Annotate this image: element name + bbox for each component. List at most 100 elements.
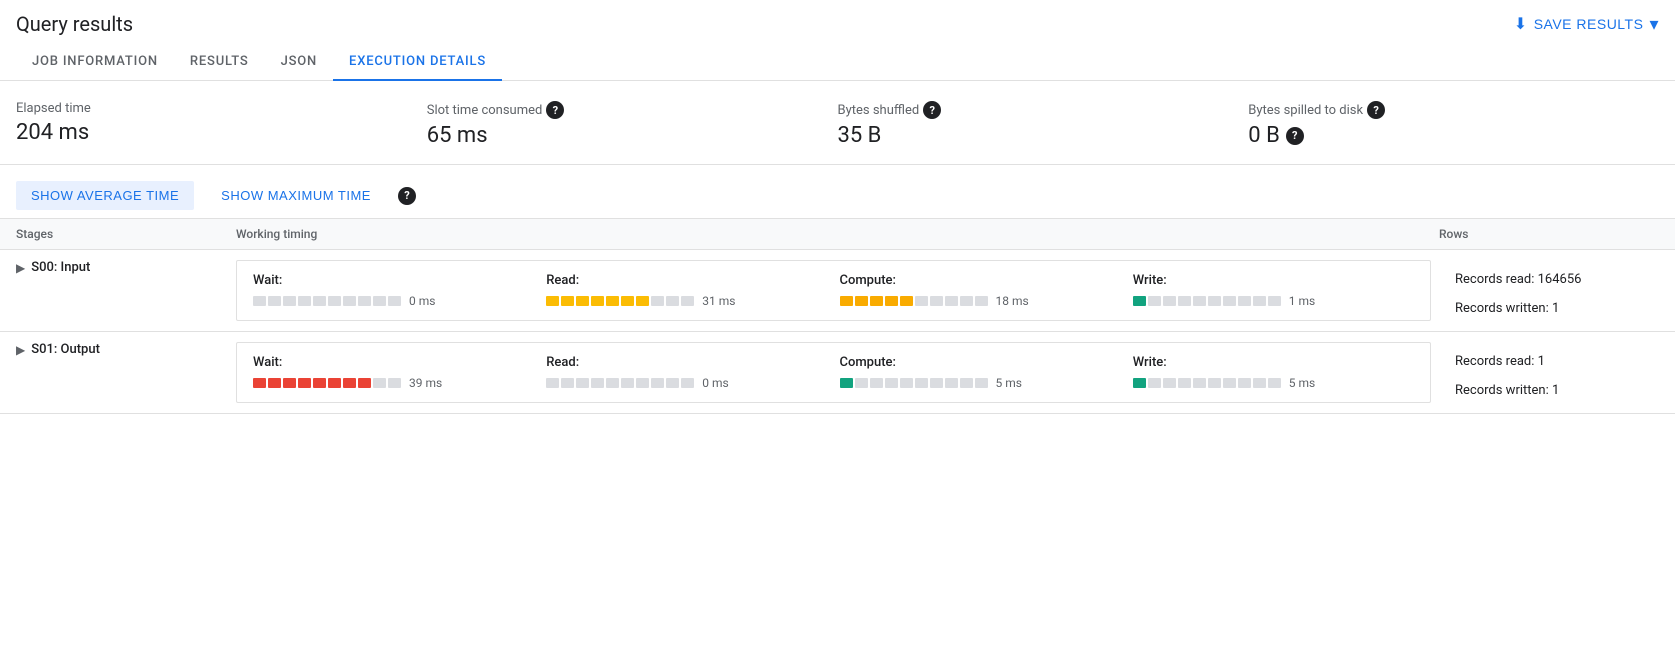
bar-segment (1193, 296, 1206, 306)
save-results-button[interactable]: ⬇ SAVE RESULTS ▾ (1514, 14, 1659, 35)
timing-item: Compute: 5 ms (840, 355, 1121, 390)
bar-segment (681, 378, 694, 388)
page-header: Query results ⬇ SAVE RESULTS ▾ (0, 0, 1675, 44)
bar-segment (636, 296, 649, 306)
timing-label: Wait: (253, 273, 534, 288)
tab-job-information[interactable]: JOB INFORMATION (16, 44, 174, 81)
timing-bar-row: 0 ms (253, 294, 534, 308)
bytes-spilled-help-icon[interactable]: ? (1367, 101, 1385, 119)
bar-container (253, 378, 401, 388)
bar-segment (975, 378, 988, 388)
records-written: Records written: 1 (1455, 373, 1659, 408)
stat-slot-time: Slot time consumed ? 65 ms (427, 101, 838, 148)
bar-segment (1223, 296, 1236, 306)
bar-segment (915, 296, 928, 306)
slot-time-help-icon[interactable]: ? (546, 101, 564, 119)
bar-segment (840, 378, 853, 388)
timing-bar-row: 31 ms (546, 294, 827, 308)
expand-icon[interactable]: ▶ (16, 261, 25, 275)
bar-segment (1178, 296, 1191, 306)
stat-elapsed-value: 204 ms (16, 120, 403, 145)
bar-segment (1253, 378, 1266, 388)
timing-bar-row: 18 ms (840, 294, 1121, 308)
timing-grid: Wait: 39 ms Read: 0 ms Compute: 5 ms (253, 355, 1414, 390)
bar-segment (1163, 378, 1176, 388)
bar-segment (1178, 378, 1191, 388)
bar-segment (1148, 378, 1161, 388)
bar-segment (1163, 296, 1176, 306)
bar-segment (1133, 296, 1146, 306)
bar-container (1133, 296, 1281, 306)
stat-elapsed-label: Elapsed time (16, 101, 403, 116)
bar-segment (606, 296, 619, 306)
stage-name-cell: ▶ S01: Output (16, 342, 236, 357)
timing-bar-row: 5 ms (840, 376, 1121, 390)
bar-segment (343, 296, 356, 306)
bar-segment (313, 296, 326, 306)
stat-slot-label: Slot time consumed ? (427, 101, 814, 119)
timing-value: 31 ms (702, 294, 735, 308)
stage-label: S00: Input (31, 260, 90, 275)
bar-segment (1268, 296, 1281, 306)
bar-segment (855, 296, 868, 306)
stat-slot-value: 65 ms (427, 123, 814, 148)
stat-bytes-shuffled-label: Bytes shuffled ? (838, 101, 1225, 119)
timing-value: 5 ms (996, 376, 1022, 390)
stage-label: S01: Output (31, 342, 100, 357)
bar-segment (591, 296, 604, 306)
page-title: Query results (16, 12, 133, 36)
bar-segment (666, 296, 679, 306)
bar-segment (343, 378, 356, 388)
bar-segment (388, 296, 401, 306)
show-average-time-button[interactable]: SHOW AVERAGE TIME (16, 181, 194, 210)
bar-segment (651, 378, 664, 388)
toggle-section: SHOW AVERAGE TIME SHOW MAXIMUM TIME ? (0, 165, 1675, 218)
bar-segment (1238, 378, 1251, 388)
bar-segment (975, 296, 988, 306)
show-maximum-time-button[interactable]: SHOW MAXIMUM TIME (206, 181, 386, 210)
table-header: Stages Working timing Rows (0, 218, 1675, 250)
timing-item: Read: 31 ms (546, 273, 827, 308)
bar-segment (1193, 378, 1206, 388)
bar-segment (373, 296, 386, 306)
col-stages: Stages (16, 227, 236, 241)
bar-segment (621, 296, 634, 306)
timing-bar-row: 39 ms (253, 376, 534, 390)
tab-execution-details[interactable]: EXECUTION DETAILS (333, 44, 502, 81)
timing-value: 0 ms (409, 294, 435, 308)
timing-help-icon[interactable]: ? (398, 187, 416, 205)
timing-item: Read: 0 ms (546, 355, 827, 390)
bar-segment (930, 378, 943, 388)
bar-container (253, 296, 401, 306)
bar-segment (328, 296, 341, 306)
bar-container (546, 296, 694, 306)
timing-item: Wait: 39 ms (253, 355, 534, 390)
timing-item: Compute: 18 ms (840, 273, 1121, 308)
tab-bar: JOB INFORMATION RESULTS JSON EXECUTION D… (0, 44, 1675, 81)
stages-container: ▶ S00: Input Wait: 0 ms Read: (0, 250, 1675, 414)
bytes-spilled-value-help-icon[interactable]: ? (1286, 127, 1304, 145)
records-written: Records written: 1 (1455, 291, 1659, 326)
table-row: ▶ S00: Input Wait: 0 ms Read: (0, 250, 1675, 332)
bar-segment (1268, 378, 1281, 388)
stat-elapsed-time: Elapsed time 204 ms (16, 101, 427, 148)
bar-segment (960, 378, 973, 388)
stat-bytes-spilled-value: 0 B ? (1248, 123, 1635, 148)
tab-results[interactable]: RESULTS (174, 44, 265, 81)
stat-bytes-shuffled-value: 35 B (838, 123, 1225, 148)
bar-segment (1253, 296, 1266, 306)
expand-icon[interactable]: ▶ (16, 343, 25, 357)
records-cell: Records read: 1 Records written: 1 (1439, 342, 1659, 408)
bar-segment (283, 296, 296, 306)
save-results-label: SAVE RESULTS (1534, 16, 1644, 32)
bar-segment (268, 296, 281, 306)
bytes-shuffled-help-icon[interactable]: ? (923, 101, 941, 119)
timing-label: Read: (546, 355, 827, 370)
col-rows: Rows (1439, 227, 1659, 241)
tab-json[interactable]: JSON (265, 44, 333, 81)
bar-segment (855, 378, 868, 388)
chevron-down-icon: ▾ (1649, 14, 1659, 35)
stage-name-cell: ▶ S00: Input (16, 260, 236, 275)
stage-timing-cell: Wait: 0 ms Read: 31 ms Compute: 18 ms (236, 260, 1439, 331)
bar-segment (1148, 296, 1161, 306)
